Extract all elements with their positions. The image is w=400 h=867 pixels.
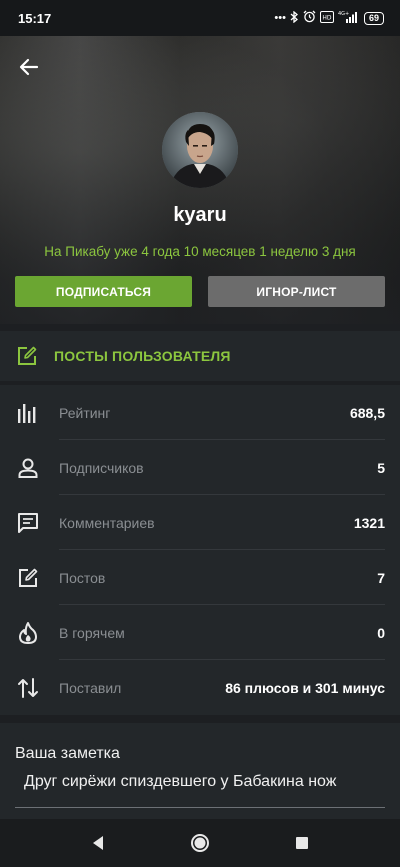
- stat-posts[interactable]: Постов 7: [0, 550, 400, 605]
- person-icon: [16, 456, 40, 480]
- nav-back-button[interactable]: [83, 828, 113, 858]
- more-dots-icon: •••: [274, 12, 286, 24]
- user-note[interactable]: Ваша заметка Друг сирёжи спиздевшего у Б…: [0, 723, 400, 819]
- profile-tenure: На Пикабу уже 4 года 10 месяцев 1 неделю…: [44, 244, 356, 259]
- stat-votes-given: Поставил 86 плюсов и 301 минус: [0, 660, 400, 715]
- fire-icon: [16, 621, 40, 645]
- stats-list: Рейтинг 688,5 Подписчиков 5 Комментариев…: [0, 385, 400, 715]
- status-time: 15:17: [18, 10, 52, 26]
- stat-value: 1321: [353, 514, 385, 531]
- subscribe-button[interactable]: ПОДПИСАТЬСЯ: [15, 276, 192, 307]
- system-navigation-bar: [0, 819, 400, 867]
- stat-label: Постов: [59, 569, 106, 586]
- stat-value: 688,5: [349, 404, 385, 421]
- comment-icon: [16, 511, 40, 535]
- stat-label: Комментариев: [59, 514, 155, 531]
- rating-bars-icon: [16, 401, 40, 425]
- sort-arrows-icon: [16, 676, 40, 700]
- volte-icon: HD: [319, 10, 334, 26]
- stat-value: 7: [377, 569, 385, 586]
- profile-username: kyaru: [173, 204, 227, 226]
- user-posts-label: ПОСТЫ ПОЛЬЗОВАТЕЛЯ: [54, 348, 231, 364]
- square-recents-icon: [296, 837, 308, 849]
- bluetooth-icon: [290, 10, 299, 26]
- nav-recents-button[interactable]: [287, 828, 317, 858]
- stat-label: Поставил: [59, 679, 122, 696]
- stat-value: 5: [377, 459, 385, 476]
- edit-icon: [16, 566, 40, 590]
- triangle-back-icon: [93, 836, 103, 850]
- signal-4g-icon: 4G+: [338, 10, 360, 26]
- alarm-icon: [303, 10, 316, 26]
- back-button[interactable]: [14, 52, 44, 82]
- profile-header: kyaru На Пикабу уже 4 года 10 месяцев 1 …: [0, 36, 400, 324]
- avatar-photo: [162, 112, 238, 188]
- nav-home-button[interactable]: [185, 828, 215, 858]
- stat-label: Подписчиков: [59, 459, 144, 476]
- status-bar: 15:17 ••• HD 4G+ 69: [0, 0, 400, 36]
- ignore-list-button[interactable]: ИГНОР-ЛИСТ: [208, 276, 385, 307]
- stat-subscribers[interactable]: Подписчиков 5: [0, 440, 400, 495]
- network-type-label: 4G+: [338, 11, 349, 17]
- stat-rating: Рейтинг 688,5: [0, 385, 400, 440]
- svg-text:HD: HD: [322, 14, 332, 21]
- stat-value: 86 плюсов и 301 минус: [225, 679, 385, 696]
- stat-label: Рейтинг: [59, 404, 111, 421]
- note-text-field[interactable]: Друг сирёжи спиздевшего у Бабакина нож: [24, 773, 336, 791]
- user-posts-link[interactable]: ПОСТЫ ПОЛЬЗОВАТЕЛЯ: [0, 331, 400, 381]
- battery-indicator: 69: [363, 11, 384, 25]
- stat-hot[interactable]: В горячем 0: [0, 605, 400, 660]
- note-underline: [15, 807, 385, 808]
- stat-value: 0: [377, 624, 385, 641]
- edit-icon: [18, 346, 37, 365]
- arrow-left-icon: [19, 58, 39, 76]
- avatar[interactable]: [162, 112, 238, 188]
- stat-label: В горячем: [59, 624, 125, 641]
- circle-home-icon: [191, 834, 209, 852]
- note-title: Ваша заметка: [15, 745, 120, 762]
- stat-comments[interactable]: Комментариев 1321: [0, 495, 400, 550]
- status-icons: ••• HD 4G+ 69: [274, 10, 384, 26]
